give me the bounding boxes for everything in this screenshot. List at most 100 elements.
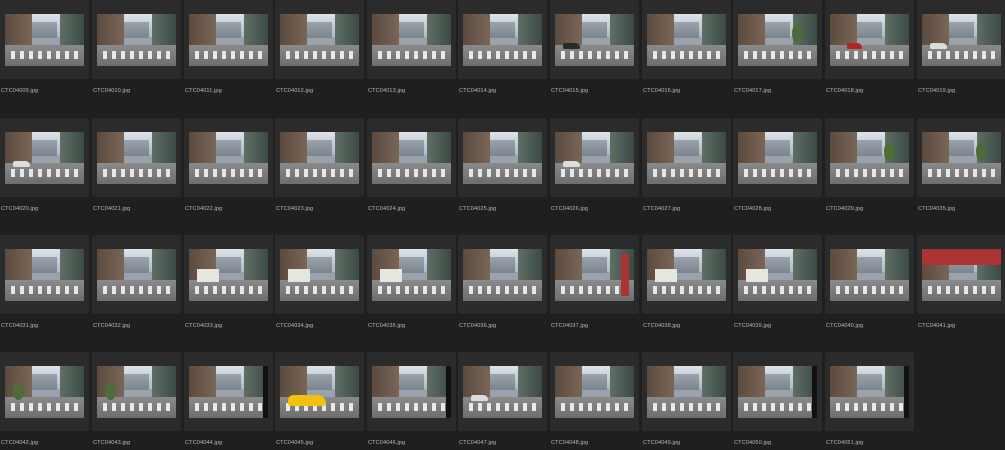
filename-label[interactable]: CTC04031.jpg [1,323,38,330]
thumbnail-frame[interactable] [917,235,1005,314]
photo-thumbnail[interactable] [5,249,84,301]
thumbnail-item[interactable]: CTC04035.jpg [917,118,1005,229]
photo-thumbnail[interactable] [922,249,1001,301]
filename-label[interactable]: CTC04018.jpg [826,88,863,95]
thumbnail-frame[interactable] [733,352,822,431]
filename-label[interactable]: CTC04033.jpg [185,323,222,330]
photo-thumbnail[interactable] [738,132,817,184]
photo-thumbnail[interactable] [372,14,451,66]
filename-label[interactable]: CTC04035.jpg [368,323,405,330]
thumbnail-item[interactable]: CTC04034.jpg [275,235,364,346]
thumbnail-frame[interactable] [550,235,639,314]
filename-label[interactable]: CTC04009.jpg [1,88,38,95]
thumbnail-frame[interactable] [275,118,364,197]
filename-label[interactable]: CTC04025.jpg [459,206,496,213]
filename-label[interactable]: CTC04026.jpg [551,206,588,213]
photo-thumbnail[interactable] [280,366,359,418]
thumbnail-frame[interactable] [367,235,456,314]
filename-label[interactable]: CTC04048.jpg [551,440,588,447]
photo-thumbnail[interactable] [189,249,268,301]
thumbnail-item[interactable]: CTC04011.jpg [184,0,273,111]
filename-label[interactable]: CTC04046.jpg [368,440,405,447]
filename-label[interactable]: CTC04049.jpg [643,440,680,447]
filename-label[interactable]: CTC04032.jpg [93,323,130,330]
thumbnail-frame[interactable] [642,352,731,431]
thumbnail-item[interactable]: CTC04031.jpg [0,235,89,346]
filename-label[interactable]: CTC04035.jpg [918,206,955,213]
thumbnail-frame[interactable] [550,352,639,431]
thumbnail-frame[interactable] [550,0,639,79]
photo-thumbnail[interactable] [922,132,1001,184]
photo-thumbnail[interactable] [463,249,542,301]
thumbnail-item[interactable]: CTC04028.jpg [733,118,822,229]
thumbnail-item[interactable]: CTC04016.jpg [642,0,731,111]
thumbnail-item[interactable]: CTC04040.jpg [825,235,914,346]
thumbnail-item[interactable]: CTC04042.jpg [0,352,89,450]
filename-label[interactable]: CTC04042.jpg [1,440,38,447]
thumbnail-frame[interactable] [367,352,456,431]
thumbnail-frame[interactable] [92,0,181,79]
thumbnail-item[interactable]: CTC04047.jpg [458,352,547,450]
thumbnail-frame[interactable] [367,118,456,197]
photo-thumbnail[interactable] [647,249,726,301]
thumbnail-item[interactable]: CTC04024.jpg [367,118,456,229]
thumbnail-item[interactable]: CTC04049.jpg [642,352,731,450]
photo-thumbnail[interactable] [97,14,176,66]
thumbnail-frame[interactable] [184,118,273,197]
photo-thumbnail[interactable] [280,249,359,301]
thumbnail-frame[interactable] [184,352,273,431]
thumbnail-item[interactable]: CTC04018.jpg [825,0,914,111]
filename-label[interactable]: CTC04044.jpg [185,440,222,447]
photo-thumbnail[interactable] [922,14,1001,66]
photo-thumbnail[interactable] [647,132,726,184]
filename-label[interactable]: CTC04051.jpg [826,440,863,447]
filename-label[interactable]: CTC04029.jpg [826,206,863,213]
thumbnail-item[interactable]: CTC04022.jpg [184,118,273,229]
photo-thumbnail[interactable] [738,366,817,418]
thumbnail-item[interactable]: CTC04019.jpg [917,0,1005,111]
photo-thumbnail[interactable] [555,14,634,66]
thumbnail-item[interactable]: CTC04012.jpg [275,0,364,111]
thumbnail-item[interactable]: CTC04027.jpg [642,118,731,229]
thumbnail-frame[interactable] [367,0,456,79]
filename-label[interactable]: CTC04017.jpg [734,88,771,95]
thumbnail-item[interactable]: CTC04038.jpg [642,235,731,346]
thumbnail-item[interactable]: CTC04025.jpg [458,118,547,229]
thumbnail-frame[interactable] [917,118,1005,197]
thumbnail-item[interactable]: CTC04036.jpg [458,235,547,346]
photo-thumbnail[interactable] [830,366,909,418]
thumbnail-frame[interactable] [458,352,547,431]
photo-thumbnail[interactable] [5,366,84,418]
thumbnail-frame[interactable] [0,0,89,79]
filename-label[interactable]: CTC04011.jpg [185,88,222,95]
filename-label[interactable]: CTC04021.jpg [93,206,130,213]
photo-thumbnail[interactable] [280,14,359,66]
thumbnail-item[interactable]: CTC04017.jpg [733,0,822,111]
thumbnail-frame[interactable] [92,235,181,314]
thumbnail-item[interactable]: CTC04020.jpg [0,118,89,229]
photo-thumbnail[interactable] [280,132,359,184]
photo-thumbnail[interactable] [647,366,726,418]
filename-label[interactable]: CTC04012.jpg [276,88,313,95]
thumbnail-item[interactable]: CTC04037.jpg [550,235,639,346]
thumbnail-frame[interactable] [275,235,364,314]
thumbnail-item[interactable]: CTC04048.jpg [550,352,639,450]
filename-label[interactable]: CTC04023.jpg [276,206,313,213]
filename-label[interactable]: CTC04041.jpg [918,323,955,330]
filename-label[interactable]: CTC04019.jpg [918,88,955,95]
thumbnail-frame[interactable] [0,352,89,431]
filename-label[interactable]: CTC04028.jpg [734,206,771,213]
thumbnail-item[interactable]: CTC04009.jpg [0,0,89,111]
thumbnail-item[interactable]: CTC04032.jpg [92,235,181,346]
photo-thumbnail[interactable] [463,132,542,184]
thumbnail-item[interactable]: CTC04014.jpg [458,0,547,111]
photo-thumbnail[interactable] [97,249,176,301]
filename-label[interactable]: CTC04034.jpg [276,323,313,330]
thumbnail-item[interactable]: CTC04013.jpg [367,0,456,111]
filename-label[interactable]: CTC04016.jpg [643,88,680,95]
photo-thumbnail[interactable] [830,249,909,301]
thumbnail-item[interactable]: CTC04050.jpg [733,352,822,450]
photo-thumbnail[interactable] [738,249,817,301]
thumbnail-frame[interactable] [275,352,364,431]
thumbnail-item[interactable]: CTC04023.jpg [275,118,364,229]
